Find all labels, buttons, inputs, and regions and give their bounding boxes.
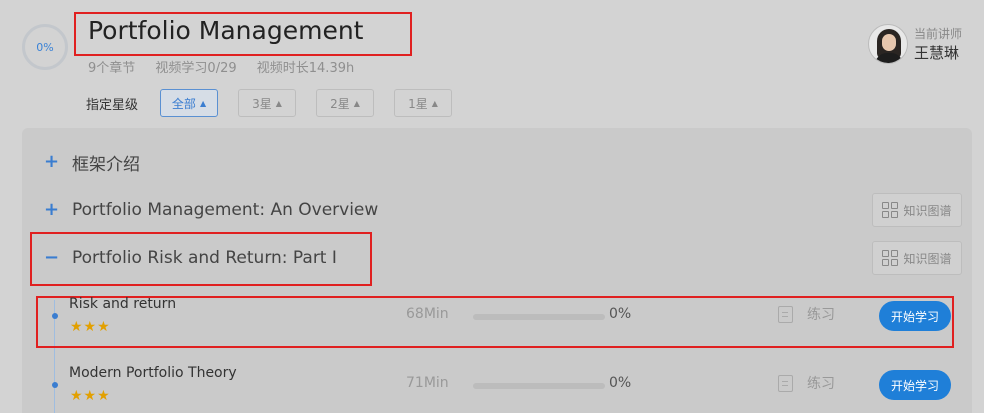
grid-icon: [882, 202, 899, 218]
teacher-label: 当前讲师: [913, 27, 962, 41]
lesson-progress-bar: [473, 314, 605, 320]
practice-label: 练习: [807, 307, 835, 323]
filter-1star-label: 1星: [408, 96, 428, 111]
teacher-name: 王慧琳: [913, 44, 959, 62]
filter-2star-button[interactable]: 2星 ▲: [316, 89, 375, 117]
teacher-avatar: [867, 24, 908, 64]
course-meta: 9个章节 视频学习0/29 视频时长14.39h: [88, 57, 370, 76]
chapter-title[interactable]: 框架介绍: [72, 150, 140, 175]
chapter-title[interactable]: Portfolio Management: An Overview: [72, 200, 378, 220]
practice-button[interactable]: 练习: [778, 373, 835, 393]
lesson-row[interactable]: Modern Portfolio Theory ★★★ 71Min 0% 练习 …: [22, 357, 972, 413]
clipboard-icon: [778, 305, 793, 323]
star-filter: 指定星级 全部 ▲ 3星 ▲ 2星 ▲ 1星 ▲: [86, 89, 472, 117]
lesson-duration: 71Min: [406, 375, 449, 391]
filter-all-label: 全部: [171, 96, 196, 111]
filter-1star-button[interactable]: 1星 ▲: [394, 89, 453, 117]
star-rating: ★★★: [70, 388, 111, 404]
start-learning-button[interactable]: 开始学习: [879, 301, 951, 331]
lesson-progress-label: 0%: [609, 375, 632, 391]
lesson-dot: [52, 313, 58, 319]
filter-2star-label: 2星: [330, 96, 350, 111]
chapter-title[interactable]: Portfolio Risk and Return: Part I: [72, 248, 337, 268]
chapter-row-intro[interactable]: + 框架介绍: [22, 142, 972, 182]
knowledge-graph-button[interactable]: 知识图谱: [872, 241, 962, 275]
expand-icon[interactable]: +: [44, 153, 59, 171]
lesson-dot: [52, 382, 58, 388]
filter-label: 指定星级: [86, 97, 139, 113]
start-learning-button[interactable]: 开始学习: [879, 370, 951, 400]
expand-icon[interactable]: +: [44, 201, 59, 219]
lesson-progress-bar: [473, 383, 605, 389]
lesson-duration: 68Min: [406, 306, 449, 322]
chapter-row-overview[interactable]: + Portfolio Management: An Overview 知识图谱: [22, 190, 972, 230]
filter-all-button[interactable]: 全部 ▲: [160, 89, 219, 117]
caret-up-icon: ▲: [431, 98, 438, 108]
lesson-progress-label: 0%: [609, 306, 632, 322]
course-progress-ring: 0%: [22, 24, 68, 70]
filter-3star-button[interactable]: 3星 ▲: [238, 89, 297, 117]
video-progress: 视频学习0/29: [155, 61, 237, 76]
course-title: Portfolio Management: [88, 16, 364, 45]
star-rating: ★★★: [70, 319, 111, 335]
practice-label: 练习: [807, 376, 835, 392]
lesson-row[interactable]: Risk and return ★★★ 68Min 0% 练习 开始学习: [22, 288, 972, 348]
knowledge-graph-button[interactable]: 知识图谱: [872, 193, 962, 227]
chapter-panel: + 框架介绍 + Portfolio Management: An Overvi…: [22, 128, 972, 413]
collapse-icon[interactable]: −: [44, 249, 59, 267]
caret-up-icon: ▲: [199, 98, 207, 108]
knowledge-graph-label: 知识图谱: [903, 251, 952, 266]
grid-icon: [882, 250, 899, 266]
caret-up-icon: ▲: [353, 98, 360, 108]
filter-3star-label: 3星: [252, 96, 272, 111]
caret-up-icon: ▲: [275, 98, 282, 108]
clipboard-icon: [778, 374, 793, 392]
chapter-row-risk-return[interactable]: − Portfolio Risk and Return: Part I 知识图谱: [22, 238, 972, 278]
course-progress-label: 0%: [36, 40, 54, 54]
teacher-info[interactable]: 当前讲师 王慧琳: [867, 24, 962, 64]
practice-button[interactable]: 练习: [778, 304, 835, 324]
lesson-title[interactable]: Risk and return: [69, 296, 176, 312]
lesson-title[interactable]: Modern Portfolio Theory: [69, 365, 237, 381]
video-duration: 视频时长14.39h: [256, 61, 355, 76]
knowledge-graph-label: 知识图谱: [903, 203, 952, 218]
chapter-count: 9个章节: [88, 61, 136, 76]
